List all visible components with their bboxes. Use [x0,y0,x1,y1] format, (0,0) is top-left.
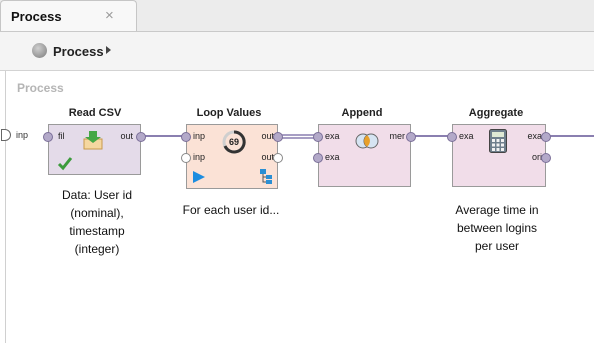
read-csv-fil-label: fil [58,131,65,141]
note-line: per user [474,239,520,253]
note-line: between logins [456,221,538,235]
note-line: Data: User id [61,188,133,202]
note-line: For each user id... [182,203,280,217]
subprocess-icon[interactable] [260,169,274,185]
append-exa-label-1: exa [325,131,340,141]
loop-values-out-port-1[interactable] [273,132,283,142]
aggregate-ori-port[interactable] [541,153,551,163]
append-mer-label: mer [389,131,406,141]
play-icon[interactable] [192,170,206,184]
read-csv-out-port[interactable] [136,132,146,142]
tab-process[interactable]: Process × [0,0,137,31]
aggregate-exa-out-label: exa [527,131,542,141]
loop-values-inp-port-2[interactable] [181,153,191,163]
loop-values-out-port-2[interactable] [273,153,283,163]
aggregate-exa-in-label: exa [459,131,474,141]
csv-file-icon [83,131,103,150]
aggregate-title: Aggregate [468,107,524,119]
read-csv-fil-port[interactable] [43,132,53,142]
close-icon[interactable]: × [105,8,114,23]
read-csv-operator[interactable]: fil out [43,124,146,175]
process-canvas[interactable]: Process inp Read CSV fil out Data: User … [1,71,594,343]
read-csv-out-label: out [120,131,133,141]
calculator-icon [489,129,507,153]
tab-label: Process [11,9,62,24]
tab-strip: Process × [0,0,594,32]
aggregate-exa-in-port[interactable] [447,132,457,142]
append-operator[interactable]: exa exa mer [313,124,416,187]
append-exa-port-1[interactable] [313,132,323,142]
note-line: timestamp [69,224,125,238]
append-mer-port[interactable] [406,132,416,142]
loop-values-inp-label-2: inp [193,152,206,162]
note-line: (nominal), [70,206,124,220]
aggregate-exa-out-port[interactable] [541,132,551,142]
read-csv-title: Read CSV [68,107,122,119]
aggregate-note: Average time in between logins per user [439,201,555,255]
append-exa-label-2: exa [325,152,340,162]
loop-values-operator[interactable]: inp inp out out 69 [181,124,283,189]
aggregate-operator[interactable]: exa exa ori [447,124,551,187]
read-csv-note: Data: User id (nominal), timestamp (inte… [42,186,152,258]
loop-values-title: Loop Values [196,107,262,119]
chevron-right-icon[interactable] [106,46,111,54]
append-title: Append [341,107,383,119]
append-exa-port-2[interactable] [313,153,323,163]
loop-values-note: For each user id... [172,201,290,219]
loop-counter-badge: 69 [228,137,239,147]
merge-icon [355,133,379,149]
process-input-label: inp [16,130,29,140]
process-icon [32,43,47,58]
breadcrumb: Process [0,32,594,71]
note-line: Average time in [455,203,539,217]
checkmark-icon [57,157,73,171]
loop-values-inp-label-1: inp [193,131,206,141]
breadcrumb-process[interactable]: Process [53,44,104,59]
loop-values-inp-port-1[interactable] [181,132,191,142]
note-line: (integer) [74,242,120,256]
